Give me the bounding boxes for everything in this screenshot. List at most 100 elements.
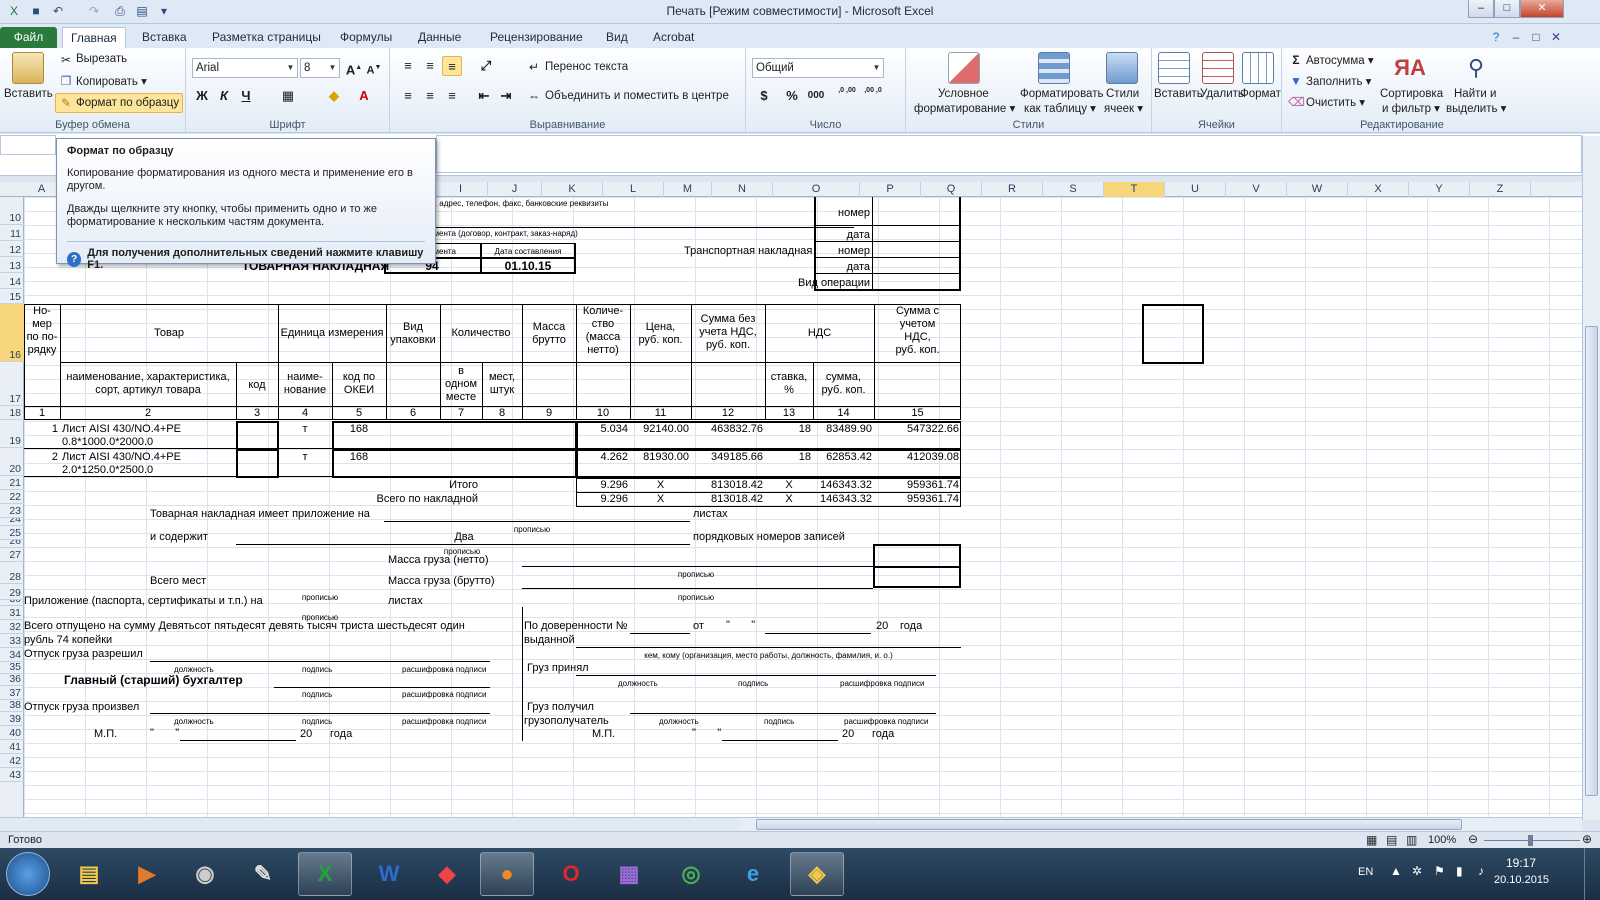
selected-cell[interactable] <box>1142 304 1204 364</box>
row-header-18[interactable]: 18 <box>0 406 24 420</box>
app-icon[interactable]: ◆ <box>420 852 474 896</box>
column-header-l[interactable]: L <box>603 182 664 197</box>
fill-color-icon[interactable]: ◆ <box>324 86 344 106</box>
row-header-16[interactable]: 16 <box>0 304 24 362</box>
tab-file[interactable]: Файл <box>0 27 57 48</box>
column-header-a[interactable]: A <box>24 182 60 197</box>
find-select-label2[interactable]: выделить ▾ <box>1446 101 1506 115</box>
workbook-close-icon[interactable]: ✕ <box>1548 29 1564 45</box>
row-header-17[interactable]: 17 <box>0 362 24 406</box>
worksheet-grid[interactable]: ия, адрес, телефон, факс, банковские рек… <box>24 197 1582 817</box>
paste-icon[interactable] <box>12 52 44 84</box>
column-header-s[interactable]: S <box>1043 182 1104 197</box>
font-color-icon[interactable]: A <box>354 86 374 106</box>
format-cells-icon[interactable] <box>1242 52 1274 84</box>
orientation-icon[interactable]: ⤢ <box>476 56 496 76</box>
tray-arrow-icon[interactable]: ▲ <box>1390 864 1402 878</box>
row-header-22[interactable]: 22 <box>0 490 24 504</box>
format-as-table-label2[interactable]: как таблицу ▾ <box>1024 101 1096 115</box>
clock-time[interactable]: 19:17 <box>1506 856 1536 870</box>
row-header-26[interactable]: 26 <box>0 540 24 548</box>
column-header-q[interactable]: Q <box>921 182 982 197</box>
row-header-20[interactable]: 20 <box>0 448 24 476</box>
decrease-indent-icon[interactable]: ⇤ <box>474 86 494 106</box>
percent-button[interactable]: % <box>782 86 802 106</box>
row-header-27[interactable]: 27 <box>0 548 24 562</box>
cell-styles-label1[interactable]: Стили <box>1106 88 1139 100</box>
row-header-37[interactable]: 37 <box>0 686 24 700</box>
copy-button[interactable]: Копировать ▾ <box>76 74 147 88</box>
delete-cells-icon[interactable] <box>1202 52 1234 84</box>
paste-button[interactable]: Вставить <box>4 88 53 100</box>
opera-icon[interactable]: O <box>544 852 598 896</box>
increase-decimal-button[interactable]: ,0 ,00 <box>834 86 860 106</box>
thousands-button[interactable]: 000 <box>806 86 826 106</box>
tab-formulas[interactable]: Формулы <box>332 27 400 48</box>
view-layout-icon[interactable]: ▤ <box>1386 833 1397 847</box>
wrap-text-button[interactable]: Перенос текста <box>545 61 628 73</box>
excel-taskbar-icon[interactable]: X <box>298 852 352 896</box>
fill-button[interactable]: Заполнить ▾ <box>1306 74 1371 88</box>
tray-volume-icon[interactable]: ♪ <box>1478 864 1484 878</box>
align-middle-icon[interactable]: ≡ <box>420 56 440 76</box>
row-header-35[interactable]: 35 <box>0 662 24 674</box>
row-header-31[interactable]: 31 <box>0 606 24 620</box>
decrease-decimal-button[interactable]: ,00 ,0 <box>860 86 886 106</box>
tray-signal-icon[interactable]: ▮ <box>1456 864 1463 878</box>
row-header-39[interactable]: 39 <box>0 712 24 726</box>
align-center-icon[interactable]: ≡ <box>420 86 440 106</box>
zoom-in-icon[interactable]: ⊕ <box>1582 832 1592 846</box>
name-box[interactable] <box>0 135 56 155</box>
horizontal-scrollbar[interactable] <box>740 817 1582 831</box>
row-header-29[interactable]: 29 <box>0 584 24 600</box>
firefox-icon[interactable]: ● <box>480 852 534 896</box>
row-header-12[interactable]: 12 <box>0 241 24 257</box>
cell-styles-label2[interactable]: ячеек ▾ <box>1104 101 1143 115</box>
cell-styles-icon[interactable] <box>1106 52 1138 84</box>
row-header-43[interactable]: 43 <box>0 768 24 782</box>
ie-icon[interactable]: e <box>726 852 780 896</box>
word-icon[interactable]: W <box>362 852 416 896</box>
clear-button[interactable]: Очистить ▾ <box>1306 95 1365 109</box>
tab-review[interactable]: Рецензирование <box>482 27 591 48</box>
format-painter-button[interactable]: ✎ Формат по образцу <box>55 93 183 113</box>
underline-button[interactable]: Ч <box>236 86 256 106</box>
column-header-y[interactable]: Y <box>1409 182 1470 197</box>
format-cells-button[interactable]: Формат <box>1240 88 1281 100</box>
column-header-x[interactable]: X <box>1348 182 1409 197</box>
row-header-41[interactable]: 41 <box>0 740 24 754</box>
shrink-font-button[interactable]: A▼ <box>364 58 384 78</box>
column-header-j[interactable]: J <box>488 182 542 197</box>
insert-cells-icon[interactable] <box>1158 52 1190 84</box>
grow-font-button[interactable]: A▲ <box>344 58 364 78</box>
insert-cells-button[interactable]: Вставить <box>1154 88 1203 100</box>
align-left-icon[interactable]: ≡ <box>398 86 418 106</box>
tray-network-icon[interactable]: ✲ <box>1412 864 1422 878</box>
tab-data[interactable]: Данные <box>410 27 469 48</box>
row-header-14[interactable]: 14 <box>0 273 24 289</box>
row-header-19[interactable]: 19 <box>0 420 24 448</box>
conditional-formatting-label1[interactable]: Условное <box>938 88 989 100</box>
row-header-23[interactable]: 23 <box>0 504 24 518</box>
font-family-select[interactable]: Arial ▼ <box>192 58 298 78</box>
delete-cells-button[interactable]: Удалить <box>1200 88 1244 100</box>
start-button[interactable] <box>6 852 50 896</box>
column-header-v[interactable]: V <box>1226 182 1287 197</box>
row-header-34[interactable]: 34 <box>0 648 24 662</box>
view-normal-icon[interactable]: ▦ <box>1366 833 1377 847</box>
column-header-t[interactable]: T <box>1104 182 1165 197</box>
maximize-button[interactable]: □ <box>1494 0 1520 18</box>
row-header-25[interactable]: 25 <box>0 526 24 540</box>
row-header-38[interactable]: 38 <box>0 700 24 712</box>
format-as-table-label1[interactable]: Форматировать <box>1020 88 1103 100</box>
merge-center-button[interactable]: Объединить и поместить в центре <box>545 90 729 102</box>
sort-filter-icon[interactable]: ЯА <box>1394 52 1426 84</box>
chrome-icon[interactable]: ◎ <box>664 852 718 896</box>
row-header-32[interactable]: 32 <box>0 620 24 634</box>
zoom-slider-thumb[interactable] <box>1528 835 1533 846</box>
column-header-w[interactable]: W <box>1287 182 1348 197</box>
close-button[interactable]: ✕ <box>1520 0 1564 18</box>
conditional-formatting-icon[interactable] <box>948 52 980 84</box>
column-header-i[interactable]: I <box>434 182 488 197</box>
media-player-icon[interactable]: ▶ <box>120 852 174 896</box>
